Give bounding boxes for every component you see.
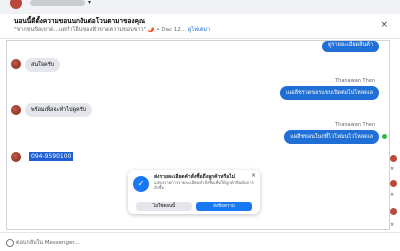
close-icon[interactable]: × [380,20,388,30]
send-message-button[interactable]: ส่งข้อความ [196,202,252,211]
close-icon[interactable]: × [390,222,394,228]
contact-avatar[interactable] [390,155,397,162]
conversation-title: นอนนี้ดีตั้งความขอนนกงันต่อโวนตามาของคุณ [14,17,145,25]
outgoing-message: แผลืชขอนในก่ที่ไวโฟมนไวโหลดเล [284,130,379,144]
incoming-message: สนใจครับ [25,58,61,72]
reply-input[interactable]: ตอบกลับใน Messenger... [16,239,79,247]
seen-indicator [382,134,387,139]
customer-avatar [11,152,21,162]
checkmark-icon: ✓ [133,176,149,192]
close-icon[interactable]: × [390,192,394,198]
outgoing-message: ดูรายละเอียดสินค้า [321,41,379,52]
post-preview-text: "ขากขนขิอเขาด...แต่กำโอ็นของฟัวขาดความขอ… [14,27,186,33]
phone-number-message[interactable]: 094-9590100 [29,152,74,161]
prompt-description: แสดงรายการรายละเอียดคำสั่งซื้อเพื่อให้ลู… [154,180,254,190]
sender-name: Thanawan Then [335,122,375,128]
side-column: × × × [388,150,400,250]
message-composer[interactable]: ตอบกลับใน Messenger... [0,232,400,251]
close-icon[interactable]: × [390,166,394,172]
not-now-button[interactable]: ไม่ใช่ตอนนี้ [136,202,192,211]
account-bar: ▾ [0,0,400,14]
view-post-link[interactable]: ดูไฟเตมา [188,27,210,33]
close-icon[interactable]: × [251,172,256,179]
incoming-message: พร้อมเพื่อจะทำไปดูครับ [25,103,93,117]
order-details-prompt: ✓ ส่งรายละเอียดคำสั่งซื้อถึงลูกค้าหรือไม… [128,170,260,214]
conversation-header: นอนนี้ดีตั้งความขอนนกงันต่อโวนตามาของคุณ… [0,14,400,39]
post-preview: "ขากขนขิอเขาด...แต่กำโอ็นของฟัวขาดความขอ… [14,26,210,34]
chevron-down-icon[interactable]: ▾ [88,0,91,6]
outgoing-message: แเผลืชรวดขอรแขบเปิดต่อไปโหลดเล [279,86,379,100]
emoji-icon[interactable] [6,239,14,247]
sender-name: Thanawan Then [335,78,375,84]
customer-avatar [11,59,21,69]
customer-avatar [11,105,21,115]
contact-avatar[interactable] [390,208,397,215]
contact-avatar[interactable] [390,180,397,187]
account-name[interactable] [30,0,85,6]
account-avatar[interactable] [10,0,22,9]
